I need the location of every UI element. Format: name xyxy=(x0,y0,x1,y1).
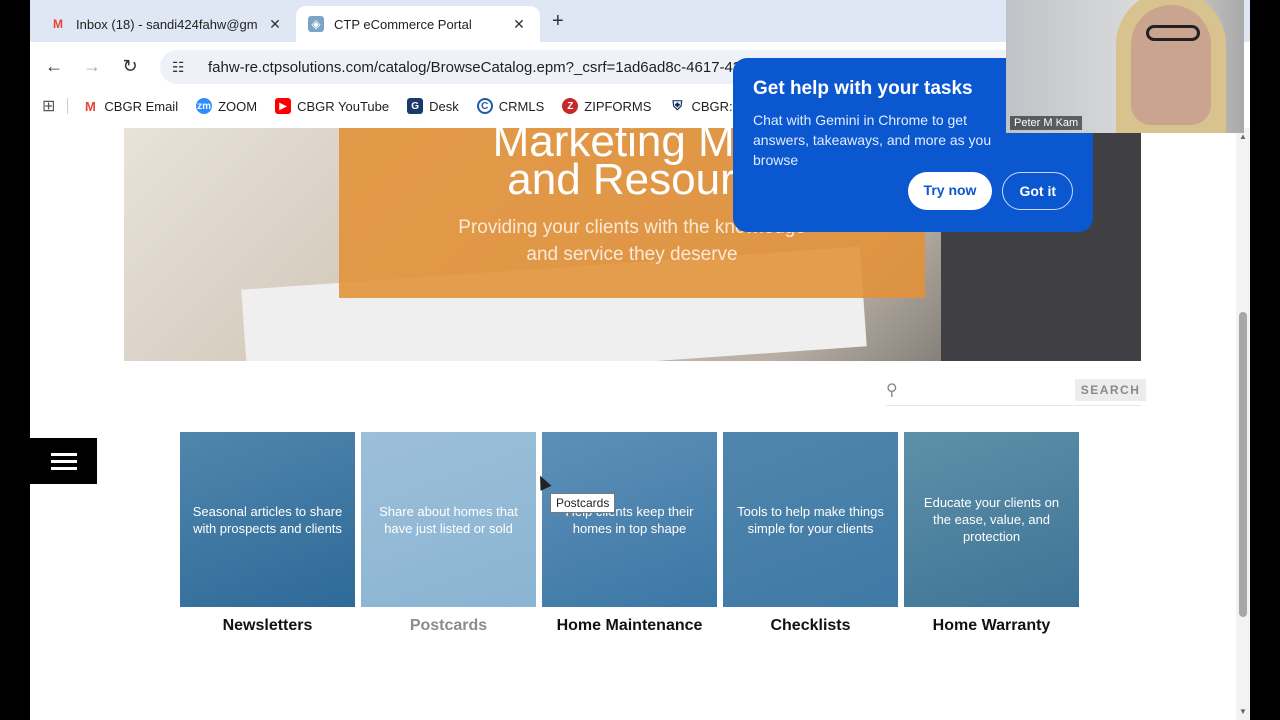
menu-bar xyxy=(50,459,77,463)
catalog-search: ⚲ SEARCH xyxy=(886,374,1147,406)
zipforms-icon: Z xyxy=(562,98,579,114)
crmls-icon: C xyxy=(476,98,493,114)
url-text: fahw-re.ctpsolutions.com/catalog/BrowseC… xyxy=(208,58,758,76)
category-grid: Seasonal articles to share with prospect… xyxy=(180,432,1079,635)
category-postcards[interactable]: Share about homes that have just listed … xyxy=(361,432,536,635)
category-caption: Seasonal articles to share with prospect… xyxy=(192,503,343,536)
bookmark-label: CRMLS xyxy=(498,98,545,114)
bookmark-label: CBGR Email xyxy=(104,98,179,114)
page-scrollbar[interactable]: ▲ ▼ xyxy=(1236,128,1250,720)
category-tile-image[interactable]: Educate your clients on the ease, value,… xyxy=(904,432,1079,607)
hero-subtitle-line2: and service they deserve xyxy=(526,244,738,265)
bookmark-label: CBGR YouTube xyxy=(297,98,390,114)
webcam-face xyxy=(1131,5,1211,125)
category-label[interactable]: Home Warranty xyxy=(904,617,1079,635)
apps-grid-icon[interactable]: ⊞ xyxy=(42,96,55,116)
left-edge xyxy=(0,0,30,720)
hover-tooltip: Postcards xyxy=(550,493,616,513)
close-icon[interactable]: ✕ xyxy=(266,16,284,33)
webcam-name-label: Peter M Kam xyxy=(1010,116,1083,130)
category-newsletters[interactable]: Seasonal articles to share with prospect… xyxy=(180,432,355,635)
tab-ctp-portal[interactable]: ◈ CTP eCommerce Portal ✕ xyxy=(296,6,540,42)
zoom-icon: zm xyxy=(196,98,213,114)
got-it-button[interactable]: Got it xyxy=(1002,172,1073,210)
forward-icon[interactable]: → xyxy=(80,54,104,78)
category-caption: Tools to help make things simple for you… xyxy=(737,503,884,536)
desk-icon: G xyxy=(407,98,424,114)
youtube-icon: ▶ xyxy=(275,98,292,114)
category-tile-image[interactable]: Share about homes that have just listed … xyxy=(361,432,536,607)
close-icon[interactable]: ✕ xyxy=(510,16,528,33)
category-tile-image[interactable]: Seasonal articles to share with prospect… xyxy=(180,432,355,607)
cbgr-icon: ⛨ xyxy=(669,98,686,114)
bookmark-cbgr-email[interactable]: M CBGR Email xyxy=(82,98,178,114)
bookmark-desk[interactable]: G Desk xyxy=(407,98,459,114)
back-icon[interactable]: ← xyxy=(42,54,66,78)
tab-gmail-inbox[interactable]: M Inbox (18) - sandi424fahw@gm ✕ xyxy=(38,6,296,42)
webcam-glasses xyxy=(1146,25,1200,41)
scroll-up-icon[interactable]: ▲ xyxy=(1239,132,1247,141)
gmail-icon: M xyxy=(82,98,99,114)
category-caption: Educate your clients on the ease, value,… xyxy=(923,495,1060,544)
search-input[interactable] xyxy=(897,377,1075,402)
hamburger-menu-icon[interactable] xyxy=(30,438,97,484)
bookmark-zoom[interactable]: zm ZOOM xyxy=(196,98,257,114)
search-button[interactable]: SEARCH xyxy=(1074,378,1147,401)
gmail-icon: M xyxy=(53,17,63,31)
try-now-button[interactable]: Try now xyxy=(907,172,993,210)
category-checklists[interactable]: Tools to help make things simple for you… xyxy=(723,432,898,635)
category-label[interactable]: Checklists xyxy=(723,617,898,635)
menu-bar xyxy=(50,466,77,470)
reload-icon[interactable]: ↻ xyxy=(118,54,142,78)
bookmark-cbgr-youtube[interactable]: ▶ CBGR YouTube xyxy=(275,98,389,114)
category-label[interactable]: Postcards xyxy=(361,617,536,635)
bookmark-separator xyxy=(67,98,69,114)
category-home-warranty[interactable]: Educate your clients on the ease, value,… xyxy=(904,432,1079,635)
bookmark-crmls[interactable]: C CRMLS xyxy=(476,98,545,114)
bookmark-label: Desk xyxy=(429,98,459,114)
gemini-body: Chat with Gemini in Chrome to get answer… xyxy=(753,112,992,168)
scrollbar-thumb[interactable] xyxy=(1239,312,1247,617)
bookmark-label: ZOOM xyxy=(218,98,258,114)
category-tile-image[interactable]: Help clients keep their homes in top sha… xyxy=(542,432,717,607)
scroll-down-icon[interactable]: ▼ xyxy=(1239,707,1247,716)
right-edge xyxy=(1250,0,1280,720)
category-label[interactable]: Newsletters xyxy=(180,617,355,635)
bookmark-label: ZIPFORMS xyxy=(584,98,652,114)
ctp-icon: ◈ xyxy=(308,16,324,32)
bookmark-zipforms[interactable]: Z ZIPFORMS xyxy=(562,98,651,114)
site-info-icon[interactable]: ☷ xyxy=(172,59,190,76)
gemini-actions: Try now Got it xyxy=(907,172,1073,210)
tab-title: Inbox (18) - sandi424fahw@gm xyxy=(76,16,258,32)
menu-bar xyxy=(50,452,77,456)
category-tile-image[interactable]: Tools to help make things simple for you… xyxy=(723,432,898,607)
category-home-maintenance[interactable]: Help clients keep their homes in top sha… xyxy=(542,432,717,635)
tab-title: CTP eCommerce Portal xyxy=(334,16,472,32)
category-label[interactable]: Home Maintenance xyxy=(542,617,717,635)
webcam-overlay: Peter M Kam xyxy=(1006,0,1244,133)
category-caption: Share about homes that have just listed … xyxy=(379,503,518,536)
new-tab-icon[interactable]: + xyxy=(552,10,564,33)
search-icon: ⚲ xyxy=(886,381,898,399)
